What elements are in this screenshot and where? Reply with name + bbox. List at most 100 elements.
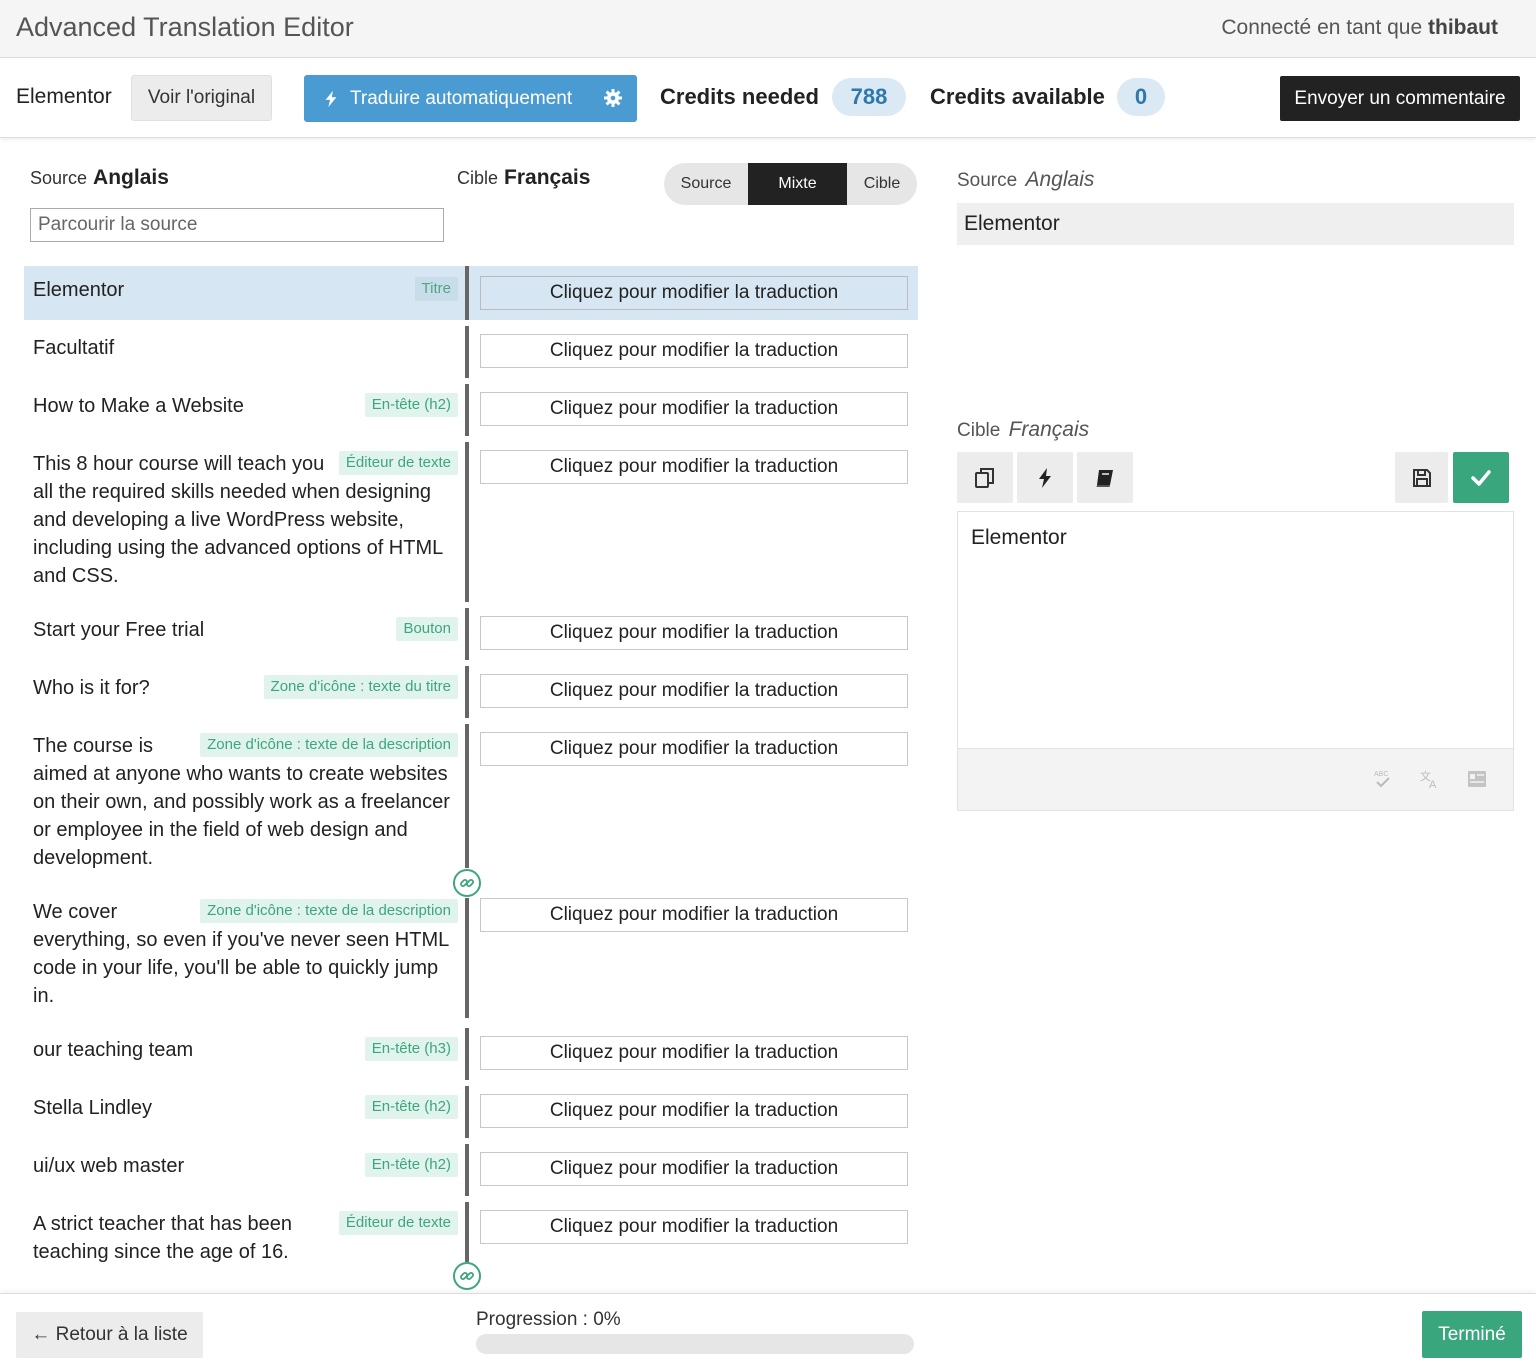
auto-translate-button[interactable]: Traduire automatiquement [304,75,637,122]
panel-target-language: Français [1008,418,1090,441]
segment-type-tag: Titre [414,277,458,301]
source-text: En-tête (h2) How to Make a Website [33,392,458,420]
glossary-book-icon [1096,469,1113,487]
target-edit-field[interactable]: Cliquez pour modifier la traduction [480,450,908,484]
link-segments-icon[interactable] [453,869,481,897]
copy-icon [975,467,994,488]
panel-source-header: Source Anglais [957,168,1094,192]
source-column-header: Source Anglais [30,166,169,190]
panel-target-header: Cible Français [957,418,1089,442]
credits-available-badge: 0 [1117,78,1165,116]
segment-row[interactable]: Zone d'icône : texte du titre Who is it f… [24,664,918,718]
source-string: How to Make a Website [33,395,244,417]
segment-row[interactable]: Éditeur de texte This 8 hour course will … [24,440,918,602]
gear-icon[interactable] [603,88,623,108]
target-edit-field[interactable]: Cliquez pour modifier la traduction [480,616,908,650]
target-language: Français [504,166,591,189]
target-edit-field[interactable]: Cliquez pour modifier la traduction [480,392,908,426]
source-string: our teaching team [33,1039,194,1061]
progress-bar [476,1334,914,1354]
source-text: En-tête (h2) Stella Lindley [33,1094,458,1122]
column-divider [465,1202,469,1262]
progress-label: Progression : 0% [476,1309,621,1330]
segment-row[interactable]: Zone d'icône : texte de la description Th… [24,722,918,872]
source-text: Éditeur de texte A strict teacher that ha… [33,1210,458,1266]
link-segments-icon[interactable] [453,1262,481,1290]
segment-row[interactable]: En-tête (h2) ui/ux web master Cliquez pou… [24,1142,918,1196]
source-text: Éditeur de texte This 8 hour course will … [33,450,458,590]
segment-row[interactable]: En-tête (h2) Stella Lindley Cliquez pour … [24,1084,918,1138]
title-bar: Advanced Translation Editor Connecté en … [0,0,1536,58]
glossary-button[interactable] [1077,452,1133,503]
segment-row[interactable]: Titre Elementor Cliquez pour modifier la … [24,266,918,320]
column-divider [465,666,469,718]
segment-type-tag: En-tête (h2) [364,393,458,417]
target-edit-field[interactable]: Cliquez pour modifier la traduction [480,276,908,310]
auto-translate-label: Traduire automatiquement [350,87,573,109]
column-divider [465,1144,469,1196]
svg-text:ABC: ABC [1374,771,1388,778]
segment-type-tag: Éditeur de texte [338,451,458,475]
panel-source-language: Anglais [1025,168,1095,191]
source-text: Zone d'icône : texte de la description We… [33,898,458,1010]
send-feedback-button[interactable]: Envoyer un commentaire [1280,76,1520,121]
footer-bar: ← Retour à la liste Progression : 0% Ter… [0,1293,1536,1372]
source-string: Who is it for? [33,677,150,699]
confirm-button[interactable] [1453,452,1509,503]
source-string: ui/ux web master [33,1155,185,1177]
segment-row[interactable]: En-tête (h3) our teaching team Cliquez po… [24,1026,918,1080]
view-mode-target[interactable]: Cible [847,163,917,205]
bolt-icon [325,90,337,107]
translate-icon[interactable]: 文A [1419,768,1441,790]
panel-source-text: Elementor [957,203,1514,245]
target-label: Cible [457,168,499,188]
editor-footer: ABC 文A [958,748,1513,810]
source-text: Zone d'icône : texte de la description Th… [33,732,458,872]
segment-row[interactable]: Facultatif Cliquez pour modifier la trad… [24,324,918,378]
segment-row[interactable]: En-tête (h2) How to Make a Website Clique… [24,382,918,436]
credits-needed-label: Credits needed [660,84,819,109]
target-edit-field[interactable]: Cliquez pour modifier la traduction [480,674,908,708]
view-mode-source[interactable]: Source [664,163,748,205]
segment-row[interactable]: Bouton Start your Free trial Cliquez pour… [24,606,918,660]
machine-translate-button[interactable] [1017,452,1073,503]
view-mode-toggle: Source Mixte Cible [664,163,917,205]
check-icon [1471,469,1491,486]
source-string: Elementor [33,279,125,301]
target-edit-field[interactable]: Cliquez pour modifier la traduction [480,334,908,368]
target-edit-field[interactable]: Cliquez pour modifier la traduction [480,898,908,932]
segment-type-tag: Zone d'icône : texte de la description [200,733,458,757]
target-edit-field[interactable]: Cliquez pour modifier la traduction [480,1094,908,1128]
segment-row[interactable]: Zone d'icône : texte de la description We… [24,888,918,1018]
source-string: Stella Lindley [33,1097,152,1119]
copy-source-button[interactable] [957,452,1013,503]
column-divider [465,1028,469,1080]
source-label: Source [30,168,88,188]
segment-type-tag: En-tête (h2) [364,1095,458,1119]
done-button[interactable]: Terminé [1422,1311,1522,1358]
spellcheck-icon[interactable]: ABC [1372,768,1394,790]
target-edit-field[interactable]: Cliquez pour modifier la traduction [480,732,908,766]
target-column-header: Cible Français [457,166,590,190]
back-to-list-button[interactable]: ← Retour à la liste [16,1312,203,1358]
save-icon [1412,468,1431,487]
target-edit-field[interactable]: Cliquez pour modifier la traduction [480,1210,908,1244]
source-string: A strict teacher that has been teaching … [33,1213,293,1263]
search-source-input[interactable] [30,208,444,242]
svg-text:A: A [1429,779,1437,790]
view-original-button[interactable]: Voir l'original [131,75,272,121]
column-divider [465,326,469,378]
segment-type-tag: En-tête (h2) [364,1153,458,1177]
source-text: Zone d'icône : texte du titre Who is it f… [33,674,458,702]
target-editor-text[interactable]: Elementor [971,526,1067,550]
bolt-icon [1039,467,1051,488]
view-mode-mixed[interactable]: Mixte [748,163,847,205]
target-edit-field[interactable]: Cliquez pour modifier la traduction [480,1152,908,1186]
column-divider [465,266,469,320]
glossary-icon[interactable] [1466,768,1488,790]
target-edit-field[interactable]: Cliquez pour modifier la traduction [480,1036,908,1070]
save-button[interactable] [1395,452,1448,503]
user-name: thibaut [1428,16,1498,39]
target-editor[interactable]: Elementor ABC 文A [957,511,1514,811]
column-divider [465,608,469,660]
